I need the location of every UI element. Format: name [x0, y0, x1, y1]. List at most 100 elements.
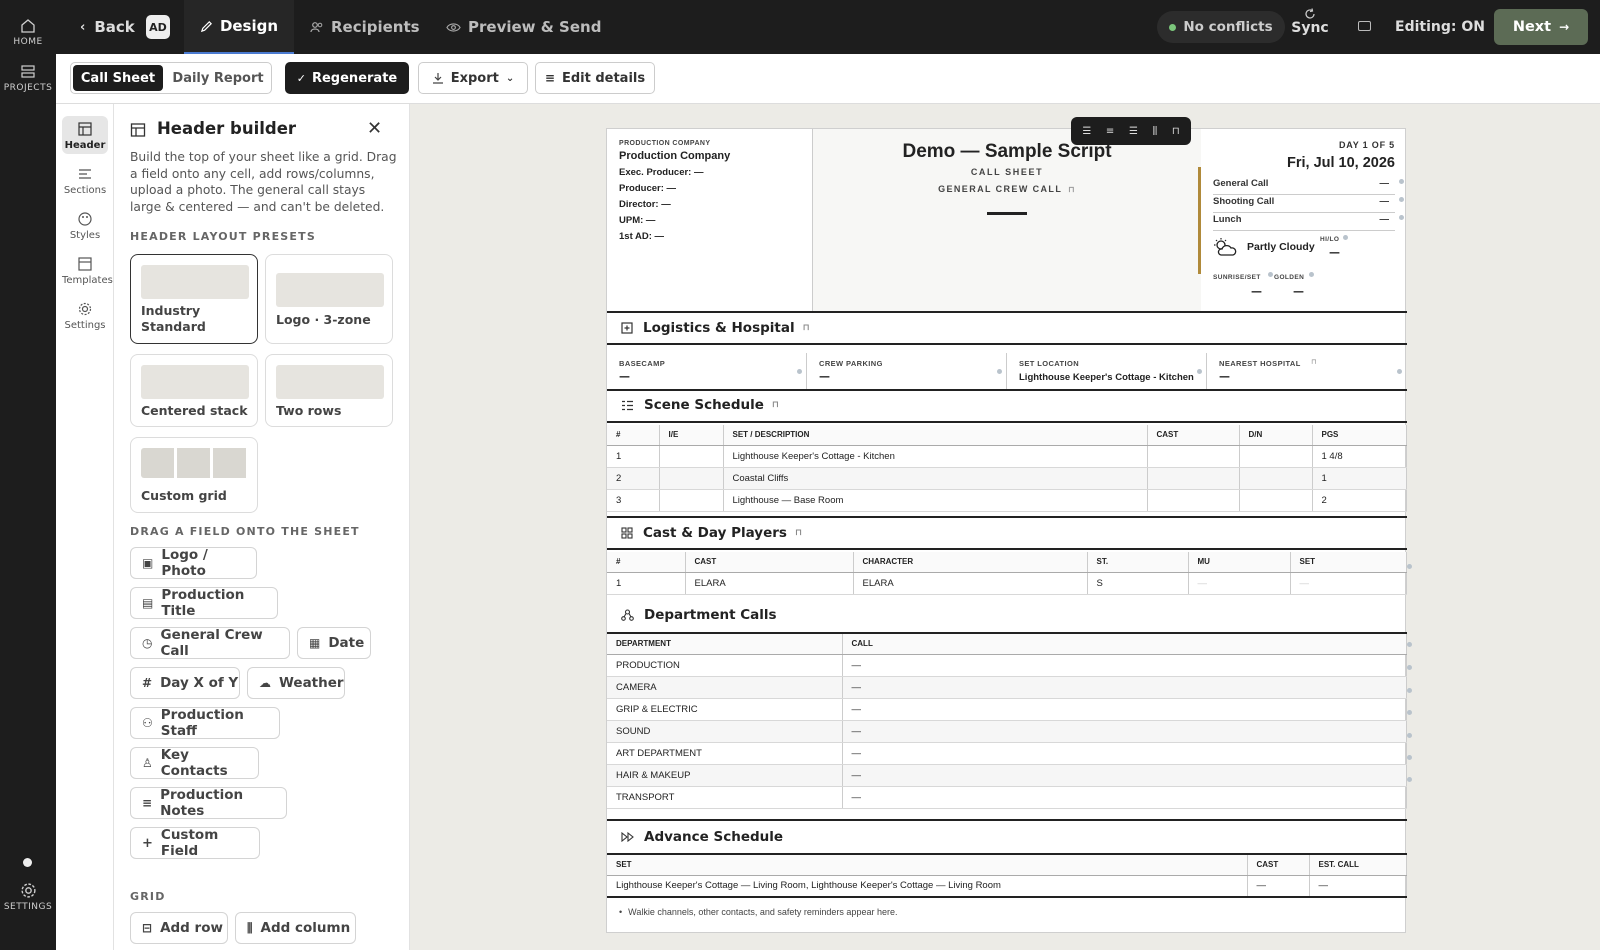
- add-column-button[interactable]: ⫼ Add column: [235, 912, 356, 944]
- nav-styles[interactable]: Styles: [62, 211, 108, 241]
- field-key-contacts[interactable]: ♙ Key Contacts: [130, 747, 259, 779]
- field-day-x-of-y[interactable]: # Day X of Y: [130, 667, 240, 699]
- table-cell: —: [842, 742, 1407, 765]
- drag-handle[interactable]: [1399, 179, 1404, 184]
- preset-two-rows[interactable]: Two rows: [265, 354, 393, 427]
- sync-button[interactable]: Sync: [1286, 8, 1334, 36]
- add-row-button[interactable]: ⊟ Add row: [130, 912, 228, 944]
- row-drag-handle[interactable]: [1407, 665, 1412, 670]
- table-row[interactable]: 2 Coastal Cliffs 1: [607, 467, 1407, 490]
- editing-toggle[interactable]: Editing: ON: [1395, 0, 1485, 54]
- header-right-zone[interactable]: DAY 1 OF 5 Fri, Jul 10, 2026 General Cal…: [1198, 129, 1407, 311]
- nav-settings[interactable]: Settings: [62, 301, 108, 331]
- tab-preview-send[interactable]: Preview & Send: [446, 0, 601, 54]
- row-drag-handle[interactable]: [1407, 710, 1412, 715]
- field-general-crew-call[interactable]: ◷ General Crew Call: [130, 627, 290, 659]
- sheet-type-toggle: Call Sheet Daily Report: [70, 62, 272, 94]
- field-weather[interactable]: ☁ Weather: [247, 667, 345, 699]
- preset-custom-grid[interactable]: Custom grid: [130, 437, 258, 513]
- drag-handle[interactable]: [797, 369, 802, 374]
- table-row[interactable]: PRODUCTION —: [607, 654, 1407, 677]
- field-label: General Crew Call: [160, 627, 263, 659]
- add-column-icon[interactable]: ⫼: [1153, 126, 1158, 137]
- table-row[interactable]: CAMERA —: [607, 676, 1407, 699]
- export-button[interactable]: Export ⌄: [418, 62, 528, 94]
- table-row[interactable]: Lighthouse Keeper's Cottage — Living Roo…: [607, 875, 1407, 898]
- close-icon[interactable]: ✕: [367, 118, 382, 139]
- row-drag-handle[interactable]: [1407, 777, 1412, 782]
- rail-projects[interactable]: PROJECTS: [0, 64, 56, 93]
- nav-header[interactable]: Header: [62, 116, 108, 154]
- shooting-call-row: Shooting Call —: [1213, 196, 1395, 213]
- regenerate-button[interactable]: ✓ Regenerate: [285, 62, 409, 94]
- scene-schedule-header[interactable]: Scene Schedule ⊓: [607, 389, 1407, 423]
- field-production-staff[interactable]: ⚇ Production Staff: [130, 707, 280, 739]
- call-sheet-toggle[interactable]: Call Sheet: [73, 65, 163, 91]
- logistics-header[interactable]: Logistics & Hospital ⊓: [607, 311, 1407, 345]
- table-row[interactable]: TRANSPORT —: [607, 786, 1407, 809]
- preset-logo-3-zone[interactable]: Logo · 3-zone: [265, 254, 393, 344]
- rail-settings[interactable]: SETTINGS: [0, 882, 56, 912]
- header-left-zone[interactable]: PRODUCTION COMPANY Production Company Ex…: [607, 129, 813, 311]
- department-calls-header[interactable]: Department Calls: [607, 598, 1407, 634]
- lock-icon[interactable]: ⊓: [1172, 126, 1180, 137]
- table-cell: 1 4/8: [1312, 445, 1407, 468]
- drag-handle[interactable]: [1399, 197, 1404, 202]
- day-counter: DAY 1 OF 5: [1338, 140, 1395, 150]
- table-row[interactable]: HAIR & MAKEUP —: [607, 764, 1407, 787]
- nav-templates[interactable]: Templates: [62, 256, 113, 286]
- rail-home[interactable]: HOME: [0, 18, 56, 47]
- row-drag-handle[interactable]: [1407, 733, 1412, 738]
- align-right-icon[interactable]: ☰: [1129, 126, 1138, 137]
- daily-report-toggle[interactable]: Daily Report: [167, 65, 269, 91]
- logistics-cell-nearest-hospital[interactable]: NEAREST HOSPITAL ⊓ —: [1207, 353, 1407, 389]
- back-button[interactable]: ‹ Back: [80, 0, 135, 54]
- logistics-title: Logistics & Hospital: [643, 320, 795, 336]
- align-left-icon[interactable]: ☰: [1082, 126, 1091, 137]
- row-drag-handle[interactable]: [1407, 688, 1412, 693]
- row-drag-handle[interactable]: [1407, 642, 1412, 647]
- drag-handle[interactable]: [1397, 369, 1402, 374]
- lunch-row: Lunch —: [1213, 214, 1395, 231]
- logistics-cell-set-location[interactable]: SET LOCATION Lighthouse Keeper's Cottage…: [1007, 353, 1207, 389]
- nav-sections[interactable]: Sections: [62, 166, 108, 196]
- table-row[interactable]: 1 Lighthouse Keeper's Cottage - Kitchen 1 …: [607, 445, 1407, 468]
- keyboard-icon[interactable]: [1358, 21, 1371, 31]
- table-row[interactable]: 1 ELARA ELARA S — —: [607, 572, 1407, 595]
- row-drag-handle[interactable]: [1407, 564, 1412, 569]
- table-cell: ART DEPARTMENT: [607, 742, 843, 765]
- row-drag-handle[interactable]: [1407, 755, 1412, 760]
- cell-label: BASECAMP: [619, 359, 666, 368]
- drag-handle[interactable]: [1268, 272, 1273, 277]
- next-button[interactable]: Next →: [1494, 9, 1588, 45]
- drag-handle[interactable]: [1343, 235, 1348, 240]
- lunch-label: Lunch: [1213, 214, 1242, 225]
- field-logo-photo[interactable]: ▣ Logo / Photo: [130, 547, 257, 579]
- cast-table: # CAST CHARACTER ST. MU SET 1 ELARA ELARA S…: [607, 552, 1407, 595]
- tab-design[interactable]: Design: [184, 0, 294, 54]
- logistics-cell-basecamp[interactable]: BASECAMP —: [607, 353, 807, 389]
- field-date[interactable]: ▦ Date: [297, 627, 371, 659]
- edit-details-button[interactable]: ≡ Edit details: [535, 62, 655, 94]
- grid-label: GRID: [130, 890, 166, 903]
- align-center-icon[interactable]: ≡: [1106, 126, 1114, 137]
- header-center-zone[interactable]: Demo — Sample Script CALL SHEET GENERAL …: [813, 129, 1201, 311]
- drag-handle[interactable]: [997, 369, 1002, 374]
- table-row[interactable]: 3 Lighthouse — Base Room 2: [607, 489, 1407, 512]
- cast-header[interactable]: Cast & Day Players ⊓: [607, 516, 1407, 550]
- drag-handle[interactable]: [1309, 272, 1314, 277]
- avatar[interactable]: AD: [146, 15, 170, 39]
- preset-centered-stack[interactable]: Centered stack: [130, 354, 258, 427]
- table-row[interactable]: ART DEPARTMENT —: [607, 742, 1407, 765]
- field-custom-field[interactable]: + Custom Field: [130, 827, 260, 859]
- field-production-title[interactable]: ▤ Production Title: [130, 587, 278, 619]
- preset-industry-standard[interactable]: Industry Standard: [130, 254, 258, 344]
- advance-schedule-header[interactable]: Advance Schedule: [607, 819, 1407, 855]
- drag-handle[interactable]: [1197, 369, 1202, 374]
- table-row[interactable]: GRIP & ELECTRIC —: [607, 698, 1407, 721]
- tab-recipients[interactable]: Recipients: [310, 0, 420, 54]
- drag-handle[interactable]: [1399, 215, 1404, 220]
- field-production-notes[interactable]: ≡ Production Notes: [130, 787, 287, 819]
- logistics-cell-crew-parking[interactable]: CREW PARKING —: [807, 353, 1007, 389]
- table-row[interactable]: SOUND —: [607, 720, 1407, 743]
